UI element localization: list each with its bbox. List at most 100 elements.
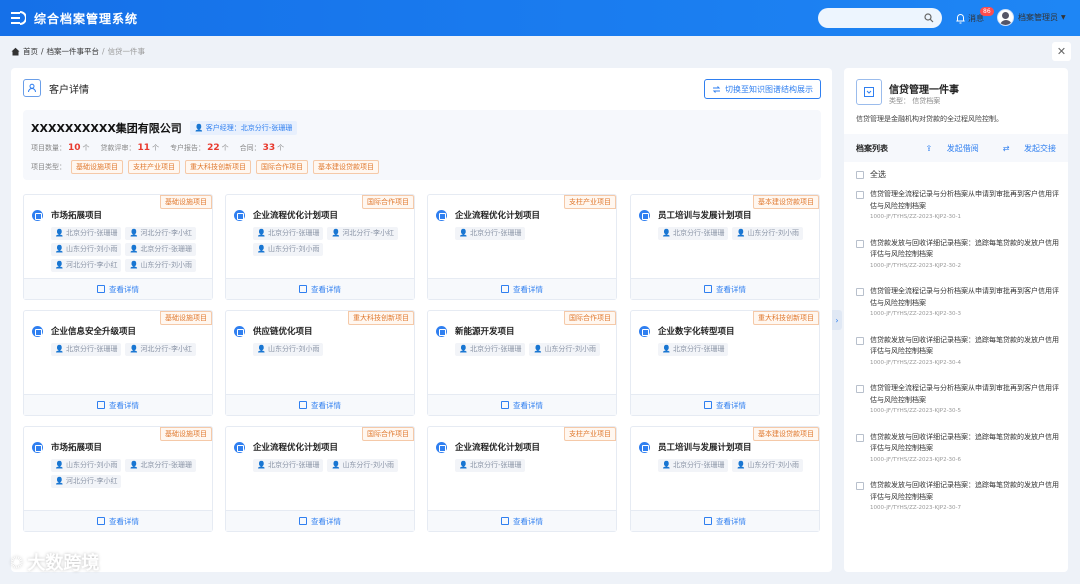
archive-item-title: 信贷款发放与回收详细记录档案：追踪每笔贷款的发放户信用评估与风险控制档案 <box>870 238 1059 259</box>
message-count-badge: 86 <box>980 7 994 16</box>
person-chip: 👤 山东分行-刘小雨 <box>125 259 196 272</box>
person-name: 北京分行-张珊珊 <box>672 461 725 469</box>
view-details-button[interactable]: 查看详情 <box>226 394 414 415</box>
checkbox[interactable] <box>856 336 864 345</box>
view-details-button[interactable]: 查看详情 <box>631 278 819 299</box>
stat-unit: 个 <box>82 144 90 152</box>
breadcrumb: 首页 / 档案一件事平台 / 信贷一件事 <box>0 36 1080 66</box>
archive-list-item[interactable]: 信贷款发放与回收详细记录档案：追踪每笔贷款的发放户信用评估与风险控制档案 1000… <box>856 432 1060 463</box>
view-details-button[interactable]: 查看详情 <box>631 394 819 415</box>
project-card[interactable]: 重大科技创新项目 供应链优化项目 👤 山东分行-刘小雨 查看详情 <box>225 310 415 416</box>
person-icon: 👤 <box>55 477 66 485</box>
project-card[interactable]: 支柱产业项目 企业流程优化计划项目 👤 北京分行-张珊珊 查看详情 <box>427 426 617 532</box>
search-icon[interactable] <box>924 13 934 23</box>
checkbox[interactable] <box>856 385 864 393</box>
view-details-button[interactable]: 查看详情 <box>24 394 212 415</box>
view-details-label: 查看详情 <box>311 400 341 410</box>
archive-list-item[interactable]: 信贷管理全流程记录与分析档案从申请到审批再到客户信用评估与风险控制档案 1000-… <box>856 189 1060 220</box>
person-name: 北京分行-张珊珊 <box>469 461 522 469</box>
close-icon[interactable]: ✕ <box>1052 42 1071 61</box>
archive-list-item[interactable]: 信贷管理全流程记录与分析档案从申请到审批再到客户信用评估与风险控制档案 1000-… <box>856 383 1060 414</box>
handover-button[interactable]: ⇄ 发起交接 <box>991 143 1056 154</box>
person-icon: 👤 <box>257 461 268 469</box>
archive-list-item[interactable]: 信贷款发放与回收详细记录档案：追踪每笔贷款的发放户信用评估与风险控制档案 1000… <box>856 335 1060 366</box>
project-card[interactable]: 国际合作项目 新能源开发项目 👤 北京分行-张珊珊 👤 山东分行-刘小雨 查看详情 <box>427 310 617 416</box>
project-icon <box>234 441 245 453</box>
view-details-button[interactable]: 查看详情 <box>226 510 414 531</box>
project-icon <box>32 209 43 221</box>
checkbox[interactable] <box>856 239 864 248</box>
manager-badge: 👤 客户经理：北京分行-张珊珊 <box>189 121 298 135</box>
person-icon: 👤 <box>257 345 268 353</box>
project-card[interactable]: 支柱产业项目 企业流程优化计划项目 👤 北京分行-张珊珊 查看详情 <box>427 194 617 300</box>
collapse-panel-toggle[interactable]: › <box>832 310 842 330</box>
breadcrumb-separator: / <box>102 46 105 56</box>
person-icon: 👤 <box>55 229 66 237</box>
stat-label: 合同： <box>239 144 261 152</box>
checkbox[interactable] <box>856 170 864 179</box>
breadcrumb-current: 信贷一件事 <box>107 46 146 56</box>
project-card[interactable]: 基本建设贷款项目 员工培训与发展计划项目 👤 北京分行-张珊珊 👤 山东分行-刘小… <box>630 426 820 532</box>
search-input[interactable] <box>818 8 942 28</box>
project-type-tag: 基础设施项目 <box>160 195 212 209</box>
breadcrumb-platform[interactable]: 档案一件事平台 <box>47 46 100 57</box>
person-chip: 👤 河北分行-李小红 <box>125 343 196 356</box>
stat-unit: 个 <box>152 144 160 152</box>
project-type-tag[interactable]: 基础设施项目 <box>71 160 123 174</box>
person-list: 👤 北京分行-张珊珊 👤 河北分行-李小红 <box>51 343 211 359</box>
view-details-button[interactable]: 查看详情 <box>24 510 212 531</box>
project-card[interactable]: 重大科技创新项目 企业数字化转型项目 👤 北京分行-张珊珊 查看详情 <box>630 310 820 416</box>
person-icon: 👤 <box>736 229 748 237</box>
document-icon <box>501 401 509 409</box>
checkbox[interactable] <box>856 191 864 199</box>
archive-item-title: 信贷管理全流程记录与分析档案从申请到审批再到客户信用评估与风险控制档案 <box>870 287 1059 307</box>
archive-list-item[interactable]: 信贷款发放与回收详细记录档案：追踪每笔贷款的发放户信用评估与风险控制档案 1000… <box>856 480 1060 511</box>
stat-item: 合同： 33 个 <box>240 143 285 153</box>
project-title: 员工培训与发展计划项目 <box>658 443 752 453</box>
view-details-button[interactable]: 查看详情 <box>428 278 616 299</box>
project-card[interactable]: 国际合作项目 企业流程优化计划项目 👤 北京分行-张珊珊 👤 山东分行-刘小雨 查… <box>225 426 415 532</box>
breadcrumb-home[interactable]: 首页 <box>23 46 38 57</box>
project-type-tag[interactable]: 国际合作项目 <box>256 160 308 174</box>
project-title: 市场拓展项目 <box>51 211 103 221</box>
document-icon <box>97 285 105 293</box>
view-details-button[interactable]: 查看详情 <box>226 278 414 299</box>
borrow-button[interactable]: ⇪ 发起借阅 <box>914 143 979 154</box>
checkbox[interactable] <box>856 288 864 296</box>
person-icon: 👤 <box>459 461 470 469</box>
person-name: 山东分行-刘小雨 <box>267 245 320 253</box>
stat-item: 贷款评审： 11 个 <box>101 143 160 153</box>
project-card[interactable]: 基础设施项目 市场拓展项目 👤 北京分行-张珊珊 👤 河北分行-李小红 👤 山东分行… <box>23 194 213 300</box>
select-all-checkbox[interactable]: 全选 <box>856 169 886 180</box>
view-details-button[interactable]: 查看详情 <box>24 278 212 299</box>
project-type-tag[interactable]: 支柱产业项目 <box>128 160 180 174</box>
archive-item-code: 1000-JF/TYHS/ZZ-2023-KJP2-30-5 <box>870 408 962 414</box>
messages-button[interactable]: 消息 86 <box>956 7 994 24</box>
document-icon <box>97 401 105 409</box>
person-list: 👤 北京分行-张珊珊 👤 河北分行-李小红 👤 山东分行-刘小雨 👤 北京分行-张珊珊… <box>51 227 211 275</box>
project-card[interactable]: 基本建设贷款项目 员工培训与发展计划项目 👤 北京分行-张珊珊 👤 山东分行-刘小… <box>630 194 820 300</box>
stat-value: 22 <box>207 143 220 153</box>
project-icon <box>436 441 447 453</box>
user-menu[interactable]: 档案管理员 ▼ <box>997 9 1066 26</box>
project-type-label: 项目类型： <box>31 163 66 171</box>
view-details-label: 查看详情 <box>109 284 139 294</box>
view-details-button[interactable]: 查看详情 <box>428 510 616 531</box>
document-icon <box>704 285 712 293</box>
person-chip: 👤 山东分行-刘小雨 <box>327 459 398 472</box>
project-card[interactable]: 基础设施项目 市场拓展项目 👤 山东分行-刘小雨 👤 北京分行-张珊珊 👤 河北分行… <box>23 426 213 532</box>
person-name: 北京分行-张珊珊 <box>672 229 725 237</box>
person-icon: 👤 <box>662 461 673 469</box>
project-card[interactable]: 基础设施项目 企业信息安全升级项目 👤 北京分行-张珊珊 👤 河北分行-李小红 查… <box>23 310 213 416</box>
project-type-tag[interactable]: 基本建设贷款项目 <box>313 160 379 174</box>
checkbox[interactable] <box>856 433 864 442</box>
person-name: 山东分行-刘小雨 <box>65 245 118 253</box>
switch-graph-button[interactable]: 切换至知识图谱结构展示 <box>704 79 821 99</box>
archive-list-item[interactable]: 信贷款发放与回收详细记录档案：追踪每笔贷款的发放户信用评估与风险控制档案 1000… <box>856 238 1060 269</box>
project-type-tag[interactable]: 重大科技创新项目 <box>185 160 251 174</box>
view-details-button[interactable]: 查看详情 <box>631 510 819 531</box>
checkbox[interactable] <box>856 482 864 490</box>
view-details-button[interactable]: 查看详情 <box>428 394 616 415</box>
archive-list-item[interactable]: 信贷管理全流程记录与分析档案从申请到审批再到客户信用评估与风险控制档案 1000-… <box>856 286 1060 317</box>
project-card[interactable]: 国际合作项目 企业流程优化计划项目 👤 北京分行-张珊珊 👤 河北分行-李小红 👤 … <box>225 194 415 300</box>
